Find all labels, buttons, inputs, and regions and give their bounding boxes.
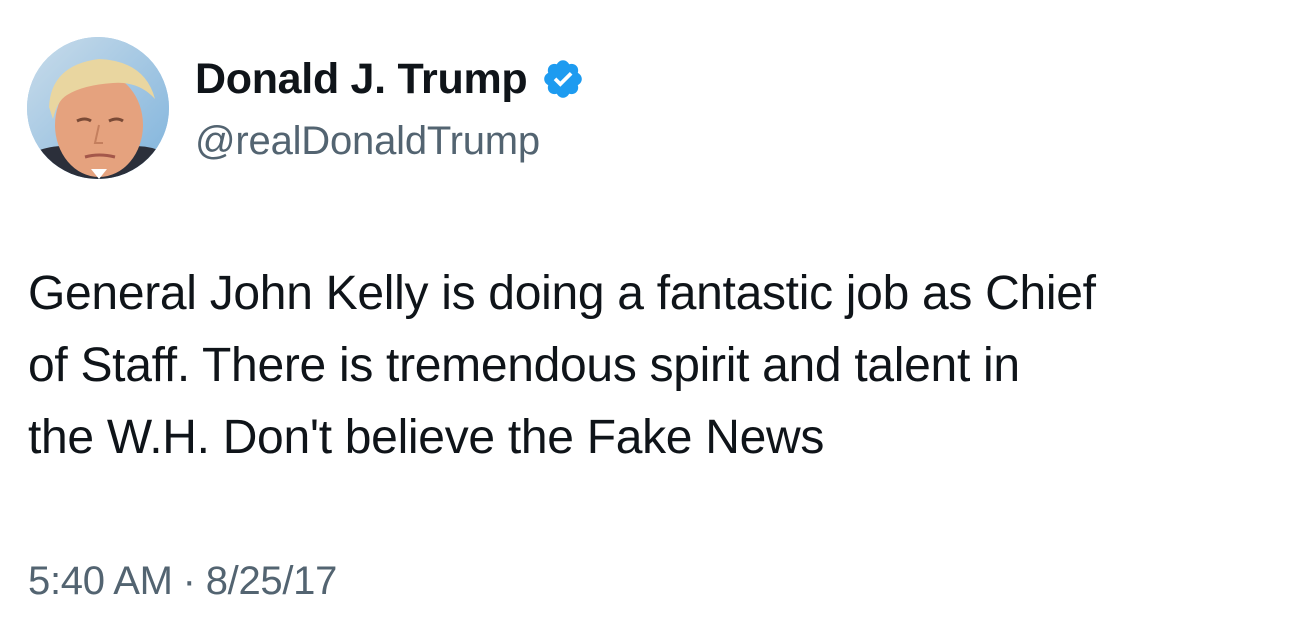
name-row: Donald J. Trump xyxy=(195,52,585,106)
tweet-time[interactable]: 5:40 AM xyxy=(28,559,173,603)
tweet-meta: 5:40 AM · 8/25/17 xyxy=(28,556,337,606)
avatar-image xyxy=(27,37,169,179)
author-block: Donald J. Trump @realDonaldTrump xyxy=(195,52,585,166)
display-name[interactable]: Donald J. Trump xyxy=(195,52,528,106)
user-handle[interactable]: @realDonaldTrump xyxy=(195,116,585,166)
tweet-date[interactable]: 8/25/17 xyxy=(206,559,338,603)
tweet-text: General John Kelly is doing a fantastic … xyxy=(28,267,1096,464)
meta-separator: · xyxy=(182,559,196,603)
tweet-card: Donald J. Trump @realDonaldTrump General… xyxy=(0,0,1290,642)
verified-badge-icon[interactable] xyxy=(541,57,585,101)
avatar[interactable] xyxy=(27,37,169,179)
